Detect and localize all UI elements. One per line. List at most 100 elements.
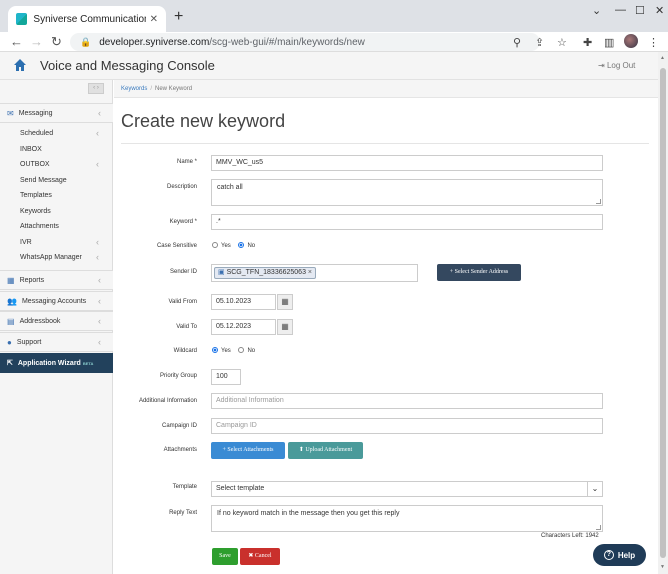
radio-label: Yes <box>221 242 231 249</box>
case-yes-option[interactable]: Yes <box>212 242 231 249</box>
resize-handle[interactable] <box>596 525 601 530</box>
select-sender-button[interactable]: + Select Sender Address <box>437 264 521 281</box>
wildcard-yes-option[interactable]: Yes <box>212 347 231 354</box>
valid-from-label: Valid From <box>168 299 197 305</box>
select-attachments-button[interactable]: + Select Attachments <box>211 442 285 459</box>
sidebar-item-attachments[interactable]: Attachments <box>20 223 59 230</box>
divider <box>121 143 649 144</box>
upload-icon: ⬆ <box>298 447 304 453</box>
valid-to-label: Valid To <box>176 324 197 330</box>
address-bar[interactable]: 🔒 developer.syniverse.com/scg-web-gui/#/… <box>70 33 540 51</box>
radio-label: No <box>247 242 256 249</box>
sidebar-item-ivr[interactable]: IVR ‹ <box>20 237 99 247</box>
star-icon[interactable]: ☆ <box>557 36 567 49</box>
sidebar-collapse-button[interactable]: ‹ › <box>88 83 104 94</box>
scroll-up-icon[interactable]: ▲ <box>660 55 665 61</box>
button-label: Select Attachments <box>227 447 274 453</box>
cancel-button[interactable]: ✖ Cancel <box>240 548 280 565</box>
valid-to-field[interactable]: 05.12.2023 <box>211 319 276 335</box>
maximize-icon[interactable]: ☐ <box>635 4 645 17</box>
phone-icon: ▣ <box>218 269 225 276</box>
breadcrumb-separator: / <box>150 86 153 92</box>
sender-tag-label: SCG_TFN_18336625063 <box>226 269 306 276</box>
calendar-icon[interactable]: ▦ <box>277 319 293 335</box>
breadcrumb: Keywords / New Keyword <box>114 80 658 98</box>
priority-group-field[interactable]: 100 <box>211 369 241 385</box>
minimize-icon[interactable]: — <box>615 4 626 16</box>
sender-tag: ▣ SCG_TFN_18336625063 × <box>214 267 317 279</box>
reply-text-field[interactable]: If no keyword match in the message then … <box>211 505 603 532</box>
home-icon[interactable] <box>13 58 27 72</box>
radio-label: Yes <box>221 347 231 354</box>
scrollbar[interactable]: ▲ ▼ <box>658 52 668 574</box>
radio-icon[interactable] <box>238 347 245 353</box>
sidebar-section-label: Messaging Accounts <box>21 297 87 305</box>
users-icon: 👥 <box>7 296 17 306</box>
wildcard-radio-group: Yes No <box>212 347 261 354</box>
additional-info-label: Additional Information <box>138 398 197 404</box>
breadcrumb-current: New Keyword <box>155 86 193 92</box>
sidebar-item-scheduled[interactable]: Scheduled ‹ <box>20 128 99 138</box>
sidebar-item-keywords[interactable]: Keywords <box>20 208 51 215</box>
back-icon[interactable]: ← <box>10 34 23 49</box>
new-tab-icon[interactable]: + <box>174 8 183 26</box>
zoom-icon[interactable]: ⚲ <box>513 36 521 49</box>
addressbook-icon: ▤ <box>7 316 15 326</box>
radio-checked-icon[interactable] <box>238 242 245 248</box>
scroll-down-icon[interactable]: ▼ <box>660 564 665 570</box>
calendar-icon[interactable]: ▦ <box>277 294 293 310</box>
profile-avatar[interactable] <box>624 34 638 48</box>
button-label: Select Sender Address <box>454 269 509 275</box>
template-select[interactable]: Select template <box>211 481 588 497</box>
wildcard-label: Wildcard <box>173 348 197 354</box>
share-icon[interactable]: ⇪ <box>535 36 544 49</box>
close-tab-icon[interactable]: ✕ <box>150 14 158 25</box>
extensions-icon[interactable]: ✚ <box>583 36 592 49</box>
menu-icon[interactable]: ⋮ <box>648 36 659 49</box>
wildcard-no-option[interactable]: No <box>238 347 256 354</box>
valid-from-field[interactable]: 05.10.2023 <box>211 294 276 310</box>
browser-tab[interactable]: Syniverse Communication Gatew ✕ <box>8 6 166 32</box>
scrollbar-thumb[interactable] <box>660 68 666 558</box>
chevron-left-icon: ‹ <box>98 337 101 347</box>
radio-icon[interactable] <box>212 242 218 248</box>
case-no-option[interactable]: No <box>238 242 256 249</box>
sidebar-item-outbox[interactable]: OUTBOX ‹ <box>20 159 99 169</box>
sidebar-item-whatsapp-manager[interactable]: WhatsApp Manager ‹ <box>20 252 99 262</box>
sidebar-item-label: Attachments <box>20 223 59 230</box>
remove-tag-icon[interactable]: × <box>308 269 312 276</box>
sidebar-item-send-message[interactable]: Send Message <box>20 177 67 184</box>
chevron-down-icon[interactable]: ⌄ <box>587 481 603 497</box>
additional-info-field[interactable]: Additional Information <box>211 393 603 409</box>
sidepanel-icon[interactable]: ▥ <box>604 36 614 49</box>
help-button[interactable]: ? Help <box>593 544 646 566</box>
browser-toolbar: ← → ↻ 🔒 developer.syniverse.com/scg-web-… <box>0 32 668 52</box>
upload-attachment-button[interactable]: ⬆ Upload Attachment <box>288 442 363 459</box>
name-field[interactable]: MMV_WC_us5 <box>211 155 603 171</box>
lock-icon: 🔒 <box>80 36 92 47</box>
logout-link[interactable]: ⇥ Log Out <box>598 61 635 70</box>
sidebar-item-inbox[interactable]: INBOX <box>20 146 42 153</box>
button-label: Cancel <box>254 553 272 559</box>
description-field[interactable]: catch all <box>211 179 603 206</box>
reload-icon[interactable]: ↻ <box>51 34 62 50</box>
radio-label: No <box>247 347 256 354</box>
radio-checked-icon[interactable] <box>212 347 218 353</box>
sidebar-item-templates[interactable]: Templates <box>20 192 52 199</box>
chevron-down-icon[interactable]: ⌄ <box>592 4 601 17</box>
sidebar-item-application-wizard[interactable]: ⇱ Application Wizard BETA <box>0 353 113 373</box>
forward-icon[interactable]: → <box>30 34 43 49</box>
close-window-icon[interactable]: ✕ <box>655 4 664 17</box>
chevron-left-icon: ‹ <box>98 275 101 285</box>
sidebar-item-label: Send Message <box>20 177 67 184</box>
campaign-id-field[interactable]: Campaign ID <box>211 418 603 434</box>
sidebar-item-label: Scheduled <box>20 130 54 137</box>
sidebar-item-label: Keywords <box>20 208 51 215</box>
breadcrumb-keywords-link[interactable]: Keywords <box>121 86 147 92</box>
sidebar-section-messaging[interactable]: ✉ Messaging ‹ <box>0 103 113 123</box>
save-button[interactable]: Save <box>212 548 238 565</box>
logout-icon: ⇥ <box>598 61 605 70</box>
close-icon: ✖ <box>248 553 254 559</box>
keyword-field[interactable]: .* <box>211 214 603 230</box>
resize-handle[interactable] <box>596 199 601 204</box>
